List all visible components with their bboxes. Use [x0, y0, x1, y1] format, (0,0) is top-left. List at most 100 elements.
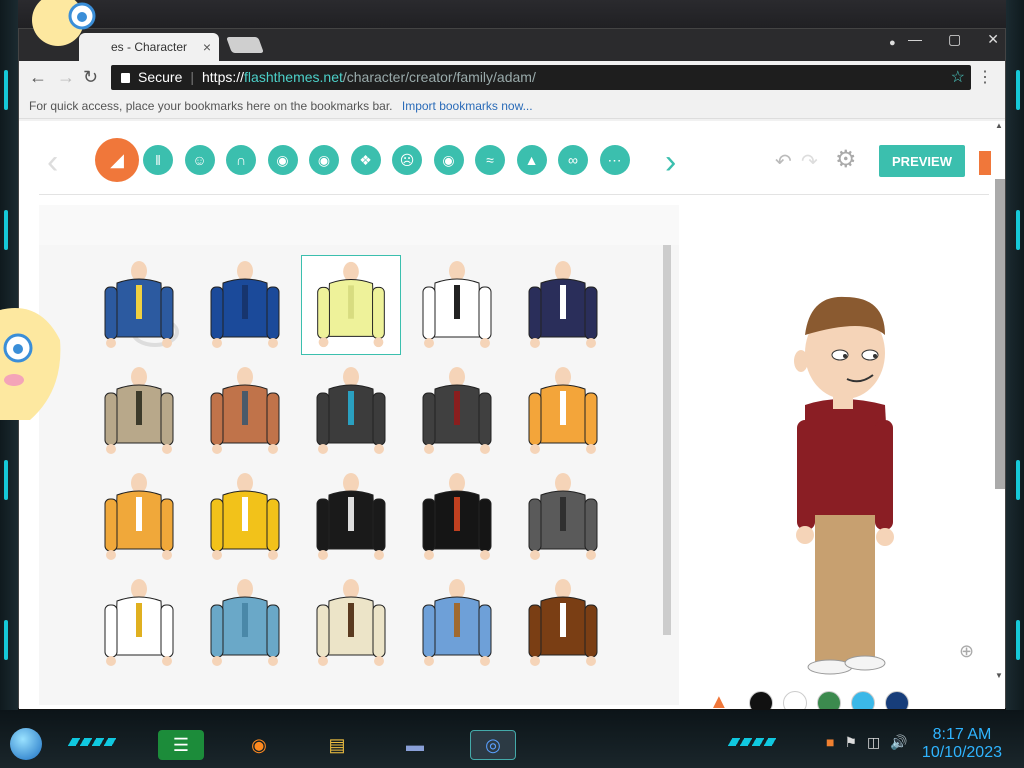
tab-title: es - Character	[111, 40, 188, 54]
firefox-icon[interactable]: ◉	[236, 730, 282, 760]
scroll-up-icon[interactable]: ▲	[995, 121, 1003, 130]
clothing-item-navy-tuxedo[interactable]	[513, 255, 613, 355]
category-glasses[interactable]: ∞	[558, 145, 588, 175]
clothing-item-camo-jacket[interactable]	[89, 361, 189, 461]
clothing-item-gi-robe[interactable]	[513, 467, 613, 567]
color-swatch-1[interactable]	[783, 691, 807, 709]
page-scrollbar[interactable]: ▲ ▼	[995, 121, 1005, 681]
zoom-icon[interactable]: ⊕	[959, 641, 974, 662]
clothing-item-police-jacket[interactable]	[89, 255, 189, 355]
clothing-item-pirate-vest[interactable]	[301, 573, 401, 673]
tab-close-icon[interactable]: ×	[203, 39, 211, 55]
character-figure	[794, 296, 894, 675]
taskbar-decoration-left	[67, 738, 119, 746]
minimize-icon[interactable]: —	[908, 31, 922, 48]
color-swatch-2[interactable]	[817, 691, 841, 709]
desktop-right-frame	[1006, 0, 1024, 768]
preview-button[interactable]: PREVIEW	[879, 145, 965, 177]
maximize-icon[interactable]: ▢	[948, 31, 961, 48]
category-eyebrows[interactable]: ≈	[475, 145, 505, 175]
side-tab[interactable]	[979, 151, 991, 175]
grid-scrollbar[interactable]	[663, 245, 671, 635]
new-tab-button[interactable]	[226, 37, 264, 53]
pants-icon: ‖	[155, 152, 161, 168]
chrome-icon[interactable]: ◎	[470, 730, 516, 760]
star-sticker-top	[18, 0, 96, 110]
eyebrow-icon: ≈	[486, 152, 494, 168]
flag-icon[interactable]: ⚑	[844, 734, 857, 751]
app-card-icon[interactable]: ▬	[392, 730, 438, 760]
url-path: /character/creator/family/adam/	[342, 69, 536, 85]
color-palette: ▲	[709, 691, 929, 709]
nose-icon: ▲	[524, 152, 539, 168]
clothing-item-brown-coat[interactable]	[513, 573, 613, 673]
star-sticker-left	[0, 300, 78, 420]
clothing-item-torn-suit[interactable]	[407, 361, 507, 461]
browser-window: es - Character × ● — ▢ ✕ ← → ↻ Secure | ht…	[18, 28, 1006, 709]
color-swatch-0[interactable]	[749, 691, 773, 709]
category-beard[interactable]: ◉	[267, 145, 298, 175]
color-swatch-3[interactable]	[851, 691, 875, 709]
taskbar-decoration-right	[727, 738, 779, 746]
gear-icon[interactable]: ⚙	[835, 145, 857, 174]
clothing-item-overalls[interactable]	[195, 361, 295, 461]
category-bottoms[interactable]: ‖	[143, 145, 173, 175]
clothing-item-blue-sweater[interactable]	[195, 573, 295, 673]
lips-icon: ◉	[317, 151, 331, 168]
category-face[interactable]: ☺	[184, 145, 215, 175]
clothing-item-chain-tee[interactable]	[89, 573, 189, 673]
app-notes-icon[interactable]: ☰	[158, 730, 204, 760]
clothing-item-brown-vest[interactable]	[407, 573, 507, 673]
clothing-item-skull-tee[interactable]	[301, 467, 401, 567]
start-button[interactable]	[10, 728, 42, 760]
bookmark-star-icon[interactable]: ☆	[951, 67, 965, 87]
app-tray-icon[interactable]: ■	[826, 734, 834, 751]
color-swatch-4[interactable]	[885, 691, 909, 709]
redo-icon[interactable]: ↷	[801, 149, 818, 174]
face-icon: ☺	[192, 152, 207, 168]
shirt-icon: ◢	[110, 149, 124, 170]
url-host: flashthemes.net	[244, 69, 343, 85]
clothing-item-jersey-8[interactable]	[513, 361, 613, 461]
next-category-icon[interactable]: ›	[665, 143, 676, 182]
tab-character-creator[interactable]: es - Character ×	[79, 33, 219, 61]
prev-category-icon[interactable]: ‹	[47, 143, 58, 182]
tag-icon: ❖	[359, 151, 372, 168]
browser-menu-icon[interactable]: ⋮	[977, 67, 993, 87]
clothing-item-leather-jacket[interactable]	[407, 467, 507, 567]
clothing-item-grey-suit[interactable]	[301, 361, 401, 461]
user-icon[interactable]: ●	[889, 37, 901, 49]
scroll-down-icon[interactable]: ▼	[995, 671, 1003, 680]
volume-icon[interactable]: 🔊	[890, 734, 907, 751]
category-mouth[interactable]: ◉	[309, 145, 339, 175]
glasses-icon: ∞	[568, 152, 578, 168]
page-scrollbar-thumb[interactable]	[995, 179, 1005, 489]
character-creator-page: ‹ ◢ ‖ ☺ ∩ ◉ ◉ ❖ ☹ ◉ ≈ ▲ ∞ ⋯ › ↶ ↷ ⚙ PREVIEW ▲ ▼ ▲	[19, 121, 1005, 709]
clothing-item-jersey-0[interactable]	[89, 467, 189, 567]
address-bar[interactable]: Secure | https://flashthemes.net/character…	[111, 65, 971, 90]
category-eyes[interactable]: ◉	[433, 145, 464, 175]
previous-row-partial	[39, 205, 679, 245]
category-hair[interactable]: ∩	[226, 145, 256, 175]
category-accessory[interactable]: ❖	[350, 145, 381, 175]
network-icon[interactable]: ◫	[867, 734, 880, 751]
clock[interactable]: 8:17 AM 10/10/2023	[922, 726, 1002, 762]
url-scheme: https	[202, 69, 233, 85]
category-expression[interactable]: ☹	[392, 145, 422, 175]
clothing-item-puffer-jacket[interactable]	[195, 255, 295, 355]
clothing-item-jersey-1[interactable]	[195, 467, 295, 567]
category-nose[interactable]: ▲	[516, 145, 547, 175]
category-tops[interactable]: ◢	[95, 138, 139, 182]
clock-time: 8:17 AM	[932, 726, 992, 743]
category-skin[interactable]: ⋯	[599, 145, 630, 175]
clock-date: 10/10/2023	[921, 744, 1002, 761]
clothing-grid: ▲	[39, 205, 679, 705]
clothing-item-tuxedo-white[interactable]	[407, 255, 507, 355]
clothing-item-yellow-shirt[interactable]	[301, 255, 401, 355]
import-bookmarks-link[interactable]: Import bookmarks now...	[402, 99, 533, 113]
undo-icon[interactable]: ↶	[775, 149, 792, 174]
lock-icon	[121, 73, 130, 83]
file-explorer-icon[interactable]: ▤	[314, 730, 360, 760]
freckles-icon: ⋯	[607, 151, 622, 168]
close-icon[interactable]: ✕	[987, 31, 999, 48]
